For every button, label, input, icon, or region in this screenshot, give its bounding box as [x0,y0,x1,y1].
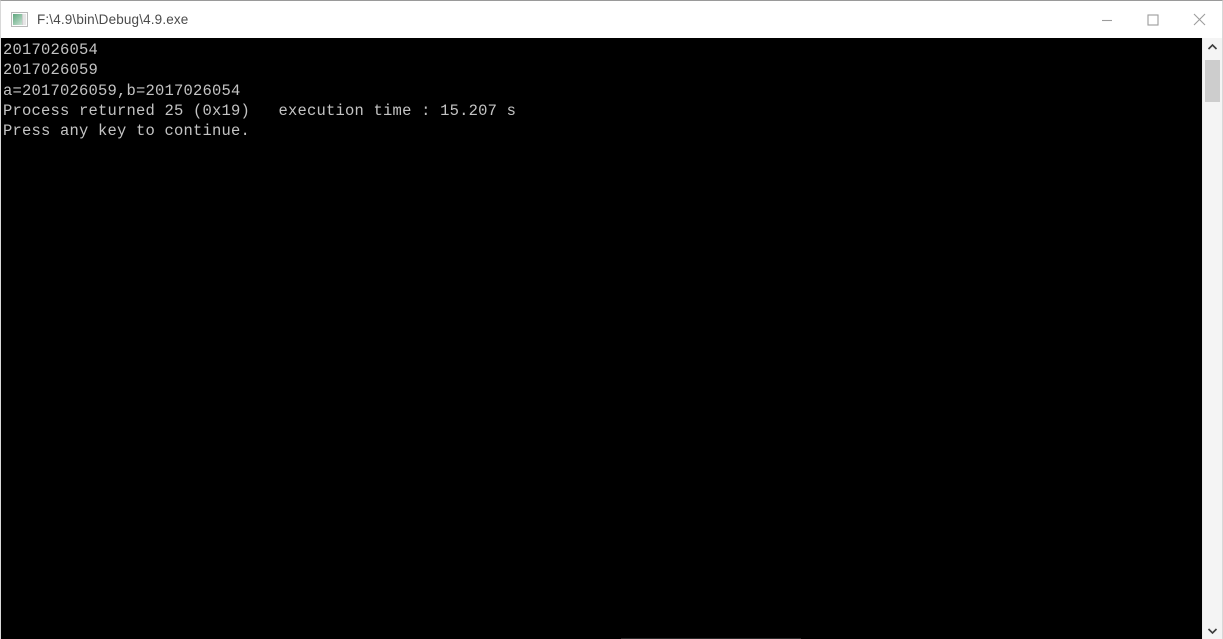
console-line: 2017026054 [3,41,99,59]
console-app-icon [11,12,28,27]
window-controls [1084,1,1222,38]
titlebar[interactable]: F:\4.9\bin\Debug\4.9.exe [1,1,1222,38]
console-app-icon-sidebar [22,14,26,25]
console-output-area[interactable]: 2017026054 2017026059 a=2017026059,b=20170… [1,38,1204,639]
scroll-down-button[interactable] [1203,622,1222,639]
console-line: Process returned 25 (0x19) execution tim… [3,101,517,120]
scrollbar-thumb[interactable] [1205,60,1220,102]
minimize-icon [1102,19,1112,21]
vertical-scrollbar[interactable] [1202,38,1222,639]
chevron-down-icon [1207,628,1218,635]
close-button[interactable] [1176,1,1222,38]
window-title: F:\4.9\bin\Debug\4.9.exe [37,12,189,27]
minimize-button[interactable] [1084,1,1130,38]
console-line: Press any key to continue. [3,122,251,141]
scroll-up-button[interactable] [1203,38,1222,56]
console-window: F:\4.9\bin\Debug\4.9.exe 2017026054 2017… [0,0,1223,639]
console-line: 2017026059 [3,61,99,80]
maximize-icon [1147,13,1159,26]
maximize-button[interactable] [1130,1,1176,38]
close-icon [1193,13,1205,26]
chevron-up-icon [1207,43,1218,50]
console-text: 2017026054 2017026059 a=2017026059,b=20170… [1,38,1204,141]
console-line: a=2017026059,b=2017026054 [3,81,241,100]
